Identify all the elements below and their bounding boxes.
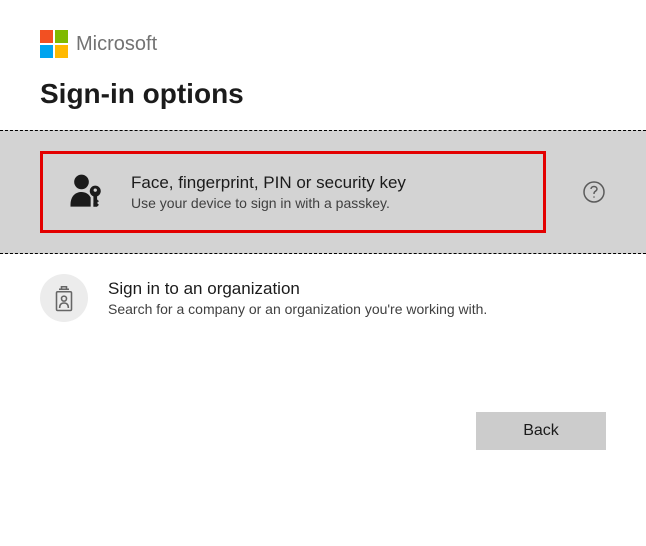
option-organization[interactable]: Sign in to an organization Search for a … bbox=[0, 254, 646, 342]
option-desc: Search for a company or an organization … bbox=[108, 301, 606, 317]
badge-icon bbox=[40, 274, 88, 322]
option-title: Sign in to an organization bbox=[108, 279, 606, 299]
signin-options-list: Face, fingerprint, PIN or security key U… bbox=[0, 130, 646, 342]
option-title: Face, fingerprint, PIN or security key bbox=[131, 173, 523, 193]
page-title: Sign-in options bbox=[40, 78, 606, 110]
option-passkey[interactable]: Face, fingerprint, PIN or security key U… bbox=[0, 130, 646, 254]
back-button[interactable]: Back bbox=[476, 412, 606, 450]
microsoft-logo-icon bbox=[40, 30, 68, 58]
help-icon[interactable] bbox=[582, 180, 606, 204]
brand: Microsoft bbox=[40, 30, 606, 58]
passkey-icon bbox=[63, 168, 111, 216]
brand-name: Microsoft bbox=[76, 33, 157, 56]
option-desc: Use your device to sign in with a passke… bbox=[131, 195, 523, 211]
